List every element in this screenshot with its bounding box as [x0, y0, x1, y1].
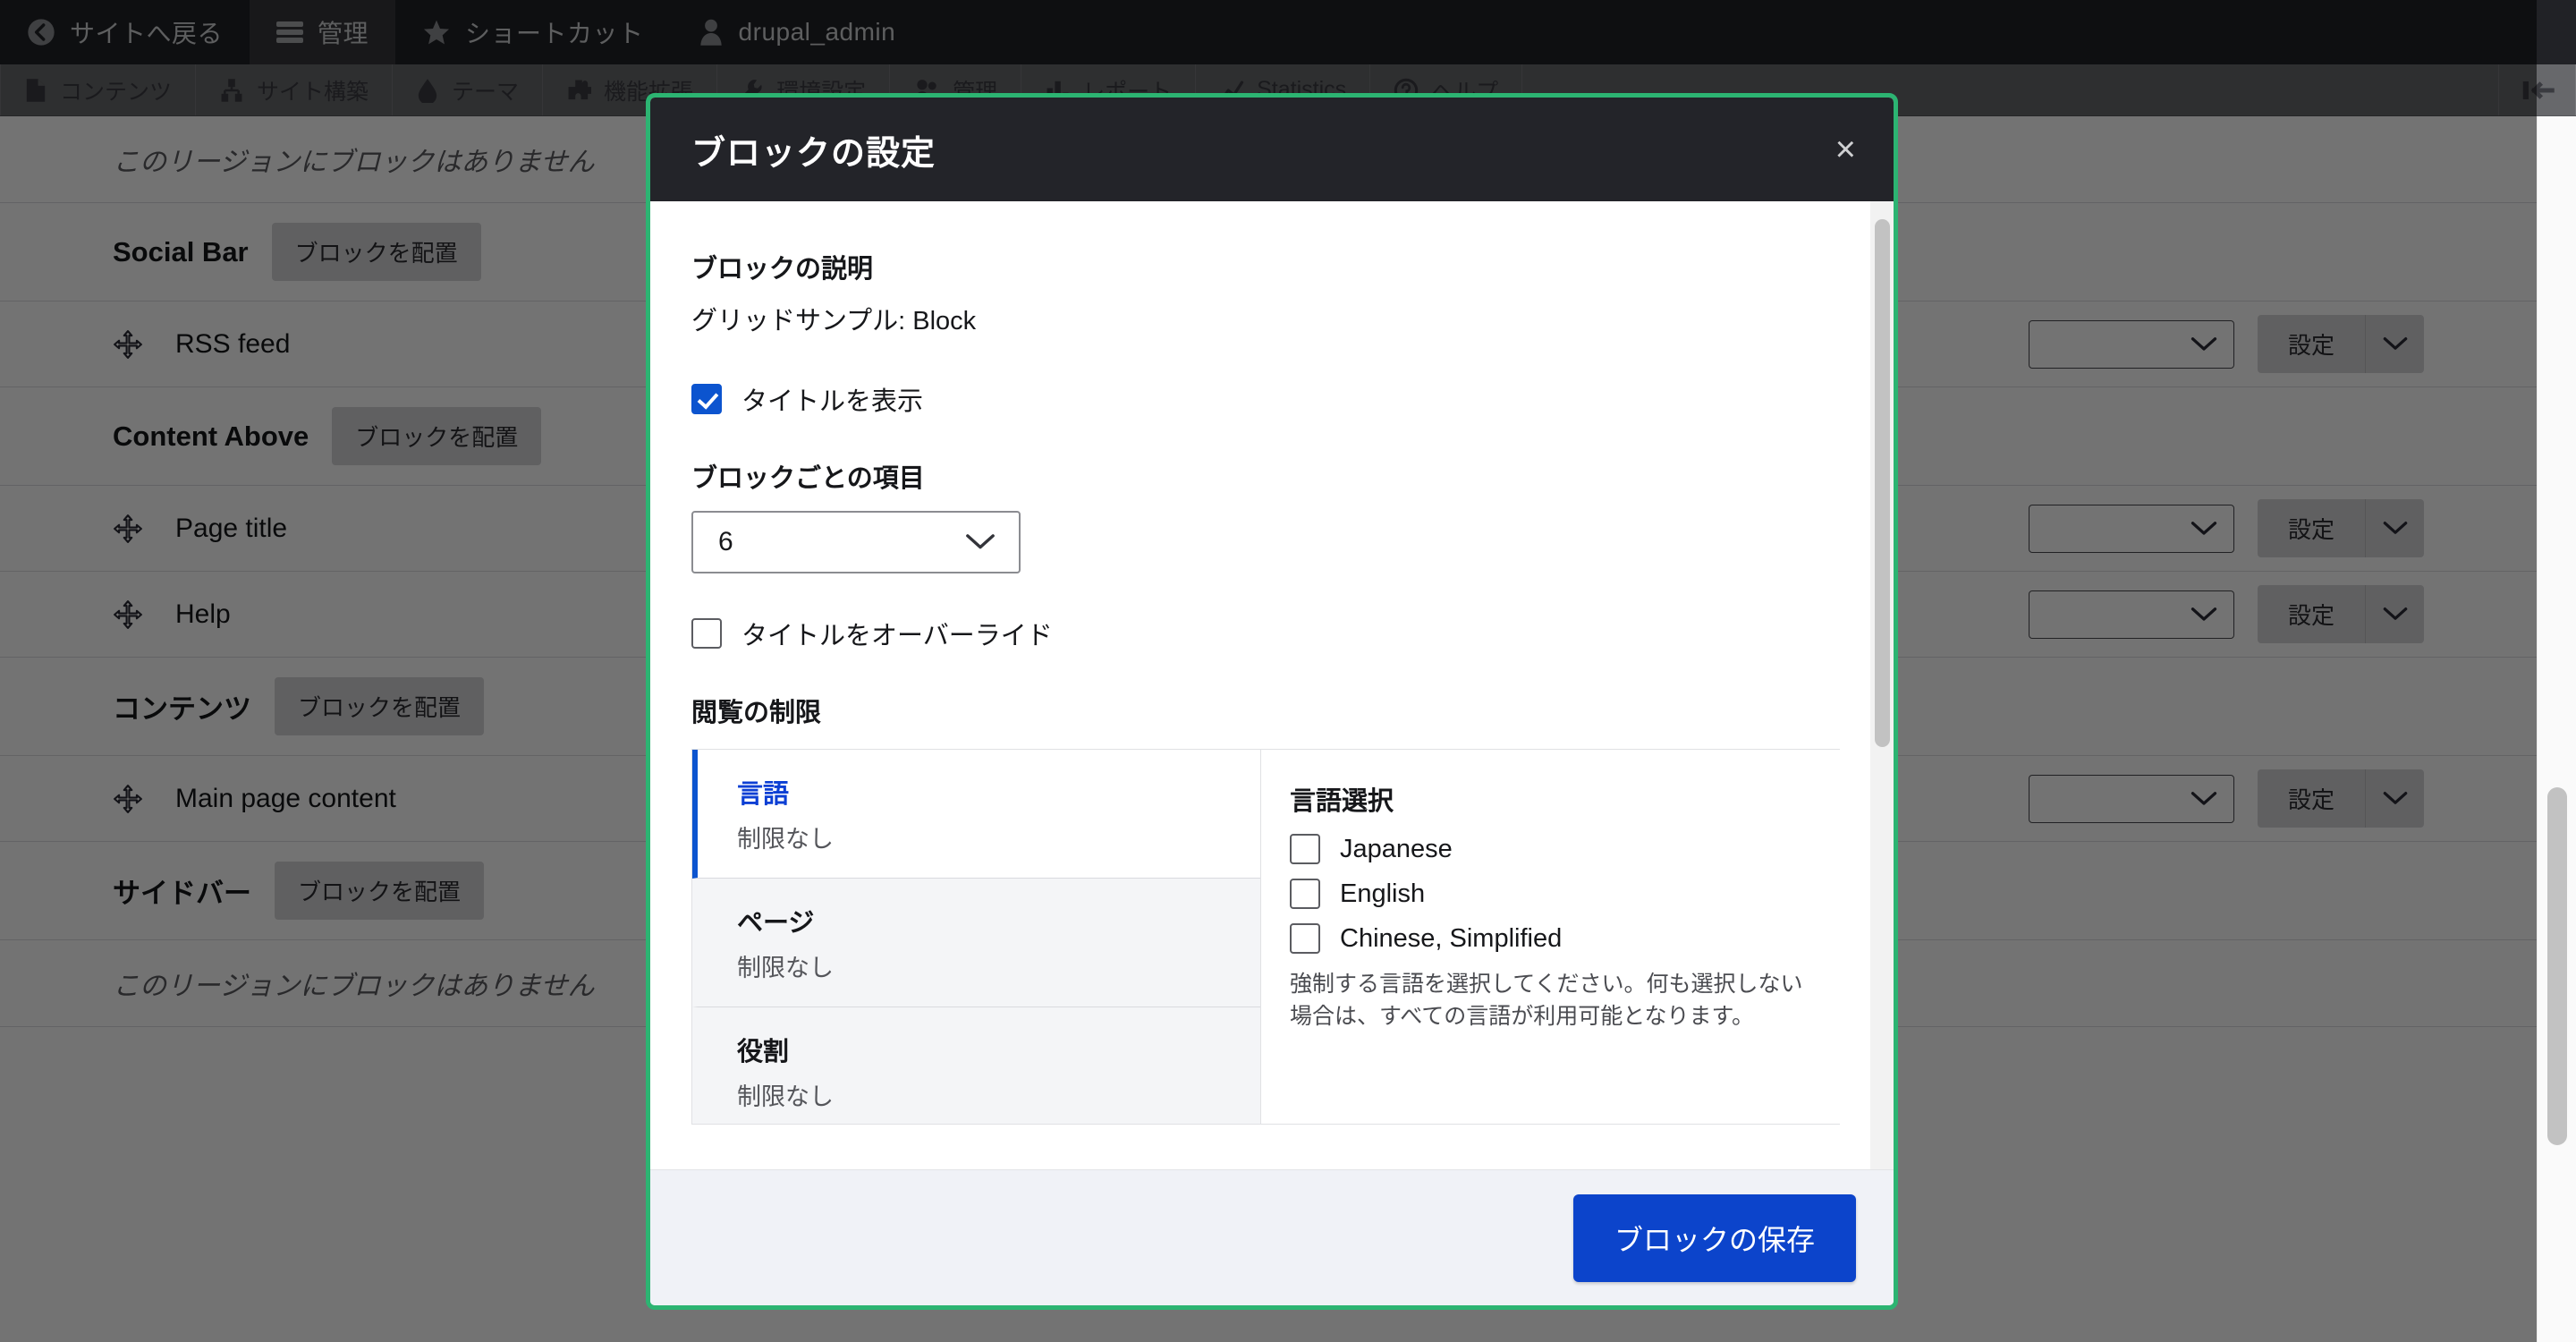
- vertical-tab-pane-language: 言語選択 Japanese English Chinese, Simplifie…: [1260, 750, 1840, 1124]
- language-checkbox[interactable]: [1290, 923, 1320, 954]
- vertical-tab-pages[interactable]: ページ 制限なし: [692, 879, 1260, 1007]
- language-checkbox[interactable]: [1290, 879, 1320, 909]
- visibility-section: 閲覧の制限 言語 制限なし ページ 制限なし 役割 制限なし 言語選択 Japa…: [691, 692, 1840, 1125]
- page-scrollbar[interactable]: [2537, 116, 2576, 1342]
- language-label: Japanese: [1340, 834, 1453, 863]
- show-title-checkbox-row[interactable]: タイトルを表示: [691, 380, 1840, 418]
- visibility-vertical-tabs: 言語 制限なし ページ 制限なし 役割 制限なし 言語選択 Japanese E…: [691, 749, 1840, 1125]
- block-description-label: ブロックの説明: [691, 255, 874, 284]
- language-option-chinese-simplified[interactable]: Chinese, Simplified: [1290, 923, 1804, 954]
- show-title-checkbox[interactable]: [691, 384, 722, 414]
- show-title-label: タイトルを表示: [741, 387, 924, 416]
- vertical-tab-summary: 制限なし: [737, 826, 834, 853]
- language-label: Chinese, Simplified: [1340, 923, 1563, 953]
- language-checkbox[interactable]: [1290, 834, 1320, 864]
- page-scrollbar-thumb[interactable]: [2547, 787, 2567, 1145]
- items-per-block-value: 6: [718, 527, 733, 556]
- language-label: English: [1340, 879, 1426, 908]
- dialog-title: ブロックの設定: [691, 134, 936, 173]
- vertical-tab-title: 言語: [737, 780, 790, 809]
- vertical-tab-roles[interactable]: 役割 制限なし: [692, 1007, 1260, 1124]
- dialog-header: ブロックの設定 ×: [650, 98, 1894, 201]
- chevron-down-icon: [966, 534, 995, 549]
- visibility-label: 閲覧の制限: [691, 699, 822, 727]
- block-description-value: グリッドサンプル: Block: [691, 307, 977, 336]
- dialog-scrollbar[interactable]: [1870, 201, 1894, 1169]
- vertical-tab-language[interactable]: 言語 制限なし: [692, 750, 1260, 879]
- vertical-tab-title: 役割: [737, 1038, 790, 1066]
- language-help-text: 強制する言語を選択してください。何も選択しない場合は、すべての言語が利用可能とな…: [1290, 972, 1803, 1030]
- save-block-button[interactable]: ブロックの保存: [1572, 1193, 1856, 1282]
- close-icon[interactable]: ×: [1835, 132, 1856, 167]
- block-configure-dialog: ブロックの設定 × ブロックの説明 グリッドサンプル: Block タイトルを表…: [646, 93, 1898, 1310]
- dialog-scrollbar-thumb[interactable]: [1875, 219, 1890, 747]
- vertical-tab-title: ページ: [737, 909, 815, 938]
- language-option-english[interactable]: English: [1290, 879, 1804, 909]
- override-title-checkbox[interactable]: [691, 618, 722, 649]
- vertical-tabs-list: 言語 制限なし ページ 制限なし 役割 制限なし: [692, 750, 1260, 1124]
- vertical-tab-summary: 制限なし: [737, 1083, 834, 1110]
- items-per-block-label: ブロックごとの項目: [691, 464, 925, 493]
- vertical-tab-summary: 制限なし: [737, 955, 834, 981]
- block-description-group: ブロックの説明 グリッドサンプル: Block: [691, 248, 1840, 337]
- override-title-label: タイトルをオーバーライド: [741, 622, 1053, 650]
- language-selection-label: 言語選択: [1290, 787, 1394, 816]
- items-per-block-group: ブロックごとの項目 6: [691, 457, 1840, 573]
- dialog-body: ブロックの説明 グリッドサンプル: Block タイトルを表示 ブロックごとの項…: [650, 201, 1894, 1169]
- dialog-footer: ブロックの保存: [650, 1169, 1894, 1305]
- language-option-japanese[interactable]: Japanese: [1290, 834, 1804, 864]
- items-per-block-select[interactable]: 6: [691, 511, 1021, 573]
- override-title-checkbox-row[interactable]: タイトルをオーバーライド: [691, 615, 1840, 652]
